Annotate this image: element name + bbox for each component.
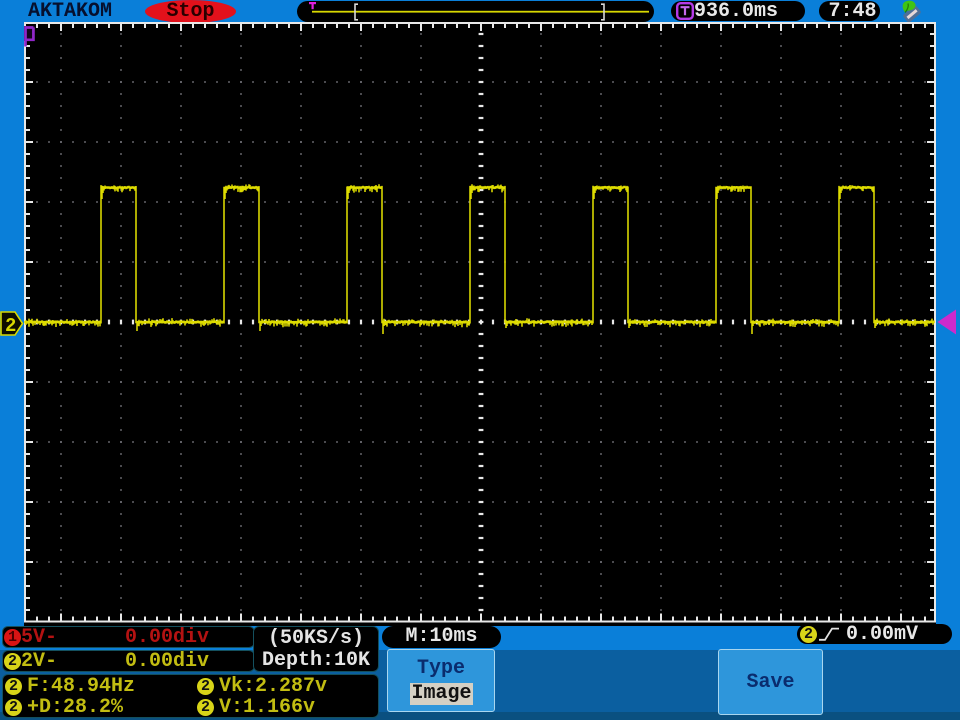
svg-text:2: 2 bbox=[5, 315, 16, 337]
